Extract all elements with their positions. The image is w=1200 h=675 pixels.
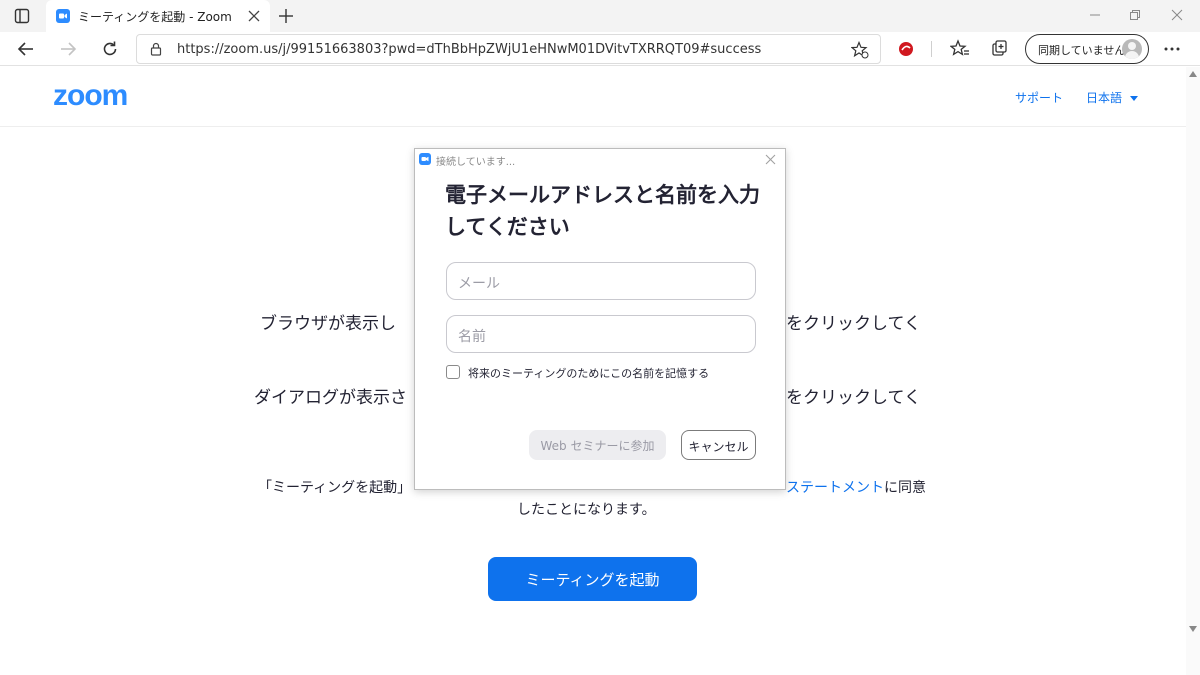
- scroll-down-icon[interactable]: [1189, 626, 1197, 632]
- instruction-line2-right: をクリックしてく: [786, 388, 921, 408]
- back-arrow-icon[interactable]: [16, 39, 36, 59]
- email-placeholder: メール: [458, 276, 500, 292]
- new-tab-icon[interactable]: [278, 8, 294, 24]
- remember-name-label[interactable]: 将来のミーティングのためにこの名前を記憶する: [468, 365, 709, 381]
- tab-actions-icon[interactable]: [14, 8, 30, 24]
- address-bar[interactable]: https://zoom.us/j/99151663803?pwd=dThBbH…: [136, 34, 881, 64]
- tab-close-icon[interactable]: [248, 10, 260, 22]
- sync-label: 同期していません: [1038, 44, 1126, 57]
- tab-title: ミーティングを起動 - Zoom: [78, 10, 232, 24]
- forward-arrow-icon[interactable]: [58, 39, 78, 59]
- dialog-close-icon[interactable]: [765, 154, 776, 165]
- instruction-line2-left: ダイアログが表示さ: [254, 388, 407, 408]
- instruction-line1-left: ブラウザが表示し: [260, 314, 396, 334]
- agreement-line2: したことになります。: [517, 502, 656, 518]
- dialog-heading: 電子メールアドレスと名前を入力してください: [445, 183, 760, 239]
- instruction-line1-right: をクリックしてく: [786, 314, 921, 334]
- refresh-icon[interactable]: [100, 39, 120, 59]
- launch-meeting-button[interactable]: ミーティングを起動: [488, 557, 697, 601]
- zoom-logo[interactable]: zoom: [53, 79, 128, 113]
- caret-down-icon: [1129, 96, 1138, 101]
- dialog-titlebar-text: 接続しています...: [436, 157, 516, 168]
- toolbar-divider: [931, 41, 932, 57]
- privacy-statement-link[interactable]: ステートメント: [786, 480, 884, 496]
- remember-name-checkbox[interactable]: [446, 365, 460, 379]
- language-label: 日本語: [1086, 91, 1123, 105]
- site-header: zoom サポート 日本語: [0, 67, 1186, 127]
- agreement-text: ステートメントに同意: [786, 477, 926, 497]
- cancel-button[interactable]: キャンセル: [681, 430, 756, 460]
- window-close-icon[interactable]: [1170, 8, 1184, 22]
- add-favorite-icon[interactable]: [851, 41, 869, 59]
- support-link[interactable]: サポート: [1015, 89, 1063, 106]
- extension-icon[interactable]: [896, 39, 916, 59]
- browser-tab[interactable]: ミーティングを起動 - Zoom: [46, 0, 270, 32]
- restore-icon[interactable]: [1128, 8, 1142, 22]
- profile-avatar-icon: [1122, 39, 1142, 59]
- join-webinar-button[interactable]: Web セミナーに参加: [529, 430, 666, 460]
- join-webinar-label: Web セミナーに参加: [540, 439, 655, 453]
- email-input[interactable]: メール: [446, 262, 756, 300]
- name-placeholder: 名前: [458, 329, 486, 345]
- minimize-icon[interactable]: [1088, 8, 1102, 22]
- zoom-favicon-icon: [56, 9, 70, 23]
- browser-tab-bar: ミーティングを起動 - Zoom: [0, 0, 1200, 32]
- collections-icon[interactable]: [990, 39, 1010, 59]
- agreement-prefix: 「ミーティングを起動」: [258, 480, 412, 496]
- sync-profile-button[interactable]: 同期していません: [1025, 34, 1149, 64]
- page-scrollbar[interactable]: [1186, 67, 1200, 675]
- join-dialog: 接続しています... 電子メールアドレスと名前を入力してください メール 名前 …: [414, 148, 786, 490]
- lock-icon[interactable]: [149, 42, 163, 56]
- launch-meeting-label: ミーティングを起動: [525, 571, 660, 589]
- scroll-up-icon[interactable]: [1189, 71, 1197, 77]
- cancel-label: キャンセル: [688, 440, 749, 454]
- browser-nav-bar: https://zoom.us/j/99151663803?pwd=dThBbH…: [0, 32, 1200, 66]
- zoom-app-icon: [419, 153, 431, 165]
- agreement-suffix: に同意: [884, 480, 926, 496]
- favorites-icon[interactable]: [950, 39, 970, 59]
- name-input[interactable]: 名前: [446, 315, 756, 353]
- address-url: https://zoom.us/j/99151663803?pwd=dThBbH…: [177, 42, 762, 57]
- more-options-icon[interactable]: [1163, 41, 1181, 57]
- language-select[interactable]: 日本語: [1086, 89, 1138, 106]
